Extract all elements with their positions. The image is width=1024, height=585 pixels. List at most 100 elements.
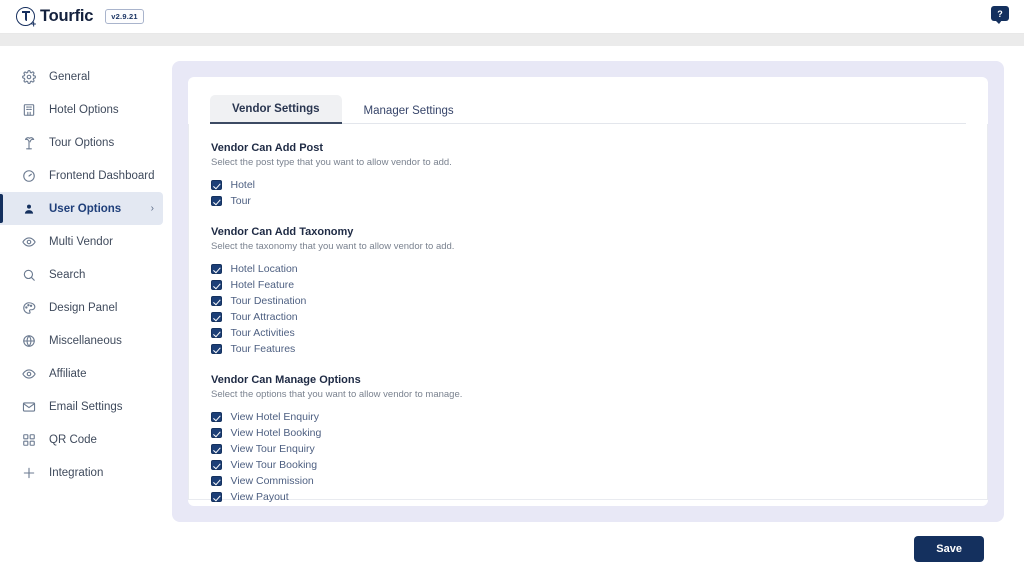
settings-outer-panel: Vendor Settings Manager Settings Vendor … bbox=[172, 61, 1004, 522]
tab-bar: Vendor Settings Manager Settings bbox=[210, 94, 966, 124]
sidebar-item-design-panel[interactable]: Design Panel bbox=[0, 291, 163, 324]
checkbox-checked-icon[interactable] bbox=[211, 444, 222, 455]
envelope-icon bbox=[22, 400, 36, 414]
sidebar-item-label: Hotel Options bbox=[49, 104, 119, 116]
checkbox-row[interactable]: Tour Attraction bbox=[211, 309, 965, 325]
option-group: Vendor Can Manage Options Select the opti… bbox=[211, 374, 965, 505]
checkbox-label: Tour Attraction bbox=[231, 311, 298, 323]
eye-icon bbox=[22, 235, 36, 249]
checkbox-checked-icon[interactable] bbox=[211, 312, 222, 323]
checkbox-label: Tour Destination bbox=[231, 295, 307, 307]
option-group: Vendor Can Add TaxonomySelect the taxono… bbox=[211, 226, 965, 357]
brand-logo[interactable]: + Tourfic v2.9.21 bbox=[16, 7, 144, 26]
checkbox-row[interactable]: Tour Destination bbox=[211, 293, 965, 309]
sidebar-item-label: Multi Vendor bbox=[49, 236, 113, 248]
sidebar-item-user-options[interactable]: User Options› bbox=[0, 192, 163, 225]
sidebar-item-label: User Options bbox=[49, 203, 121, 215]
checkbox-label: Hotel Location bbox=[231, 263, 298, 275]
checkbox-checked-icon[interactable] bbox=[211, 196, 222, 207]
checkbox-row[interactable]: View Tour Booking bbox=[211, 457, 965, 473]
checkbox-label: Hotel Feature bbox=[231, 279, 295, 291]
checkbox-row[interactable]: Hotel bbox=[211, 177, 965, 193]
building-icon bbox=[22, 103, 36, 117]
checkbox-row[interactable]: View Hotel Booking bbox=[211, 425, 965, 441]
checkbox-checked-icon[interactable] bbox=[211, 412, 222, 423]
checkbox-row[interactable]: Tour Features bbox=[211, 341, 965, 357]
speedometer-icon bbox=[22, 169, 36, 183]
help-question-bubble-icon[interactable]: ? bbox=[991, 6, 1009, 21]
page-body: General Hotel Options Tour Options Frontend… bbox=[0, 46, 1024, 585]
plus-icon bbox=[22, 466, 36, 480]
sidebar-item-label: Miscellaneous bbox=[49, 335, 122, 347]
sidebar-item-affiliate[interactable]: Affiliate bbox=[0, 357, 163, 390]
tourfic-circle-logo-icon: + bbox=[16, 7, 35, 26]
version-badge: v2.9.21 bbox=[105, 9, 143, 24]
globe-icon bbox=[22, 334, 36, 348]
sidebar-item-integration[interactable]: Integration bbox=[0, 456, 163, 489]
sidebar-item-label: Tour Options bbox=[49, 137, 114, 149]
sidebar-item-general[interactable]: General bbox=[0, 60, 163, 93]
checkbox-row[interactable]: Hotel Location bbox=[211, 261, 965, 277]
checkbox-row[interactable]: Tour Activities bbox=[211, 325, 965, 341]
sidebar-item-email-settings[interactable]: Email Settings bbox=[0, 390, 163, 423]
checkbox-checked-icon[interactable] bbox=[211, 264, 222, 275]
save-button[interactable]: Save bbox=[914, 536, 984, 562]
group-title: Vendor Can Manage Options bbox=[211, 374, 965, 386]
sidebar-item-tour-options[interactable]: Tour Options bbox=[0, 126, 163, 159]
checkbox-checked-icon[interactable] bbox=[211, 492, 222, 503]
checkbox-checked-icon[interactable] bbox=[211, 280, 222, 291]
sidebar-item-label: Frontend Dashboard bbox=[49, 170, 154, 182]
group-description: Select the post type that you want to al… bbox=[211, 157, 965, 168]
checkbox-label: View Hotel Booking bbox=[231, 427, 322, 439]
sidebar-item-label: Affiliate bbox=[49, 368, 87, 380]
checkbox-checked-icon[interactable] bbox=[211, 180, 222, 191]
checkbox-checked-icon[interactable] bbox=[211, 428, 222, 439]
checkbox-label: Tour Activities bbox=[231, 327, 295, 339]
sidebar-item-label: Email Settings bbox=[49, 401, 123, 413]
sidebar-item-label: Search bbox=[49, 269, 85, 281]
sidebar-item-qr-code[interactable]: QR Code bbox=[0, 423, 163, 456]
tab-vendor-settings[interactable]: Vendor Settings bbox=[210, 95, 342, 124]
vendor-settings-panel: Vendor Can Add Post Select the post type … bbox=[188, 124, 988, 500]
group-description: Select the options that you want to allo… bbox=[211, 389, 965, 400]
sidebar-item-search[interactable]: Search bbox=[0, 258, 163, 291]
checkbox-row[interactable]: View Payout bbox=[211, 489, 965, 505]
group-title: Vendor Can Add Post bbox=[211, 142, 965, 154]
checkbox-row[interactable]: Hotel Feature bbox=[211, 277, 965, 293]
checkbox-label: View Tour Enquiry bbox=[231, 443, 315, 455]
sidebar-item-multi-vendor[interactable]: Multi Vendor bbox=[0, 225, 163, 258]
checkbox-label: View Payout bbox=[231, 491, 289, 503]
content-area: Vendor Settings Manager Settings Vendor … bbox=[163, 46, 1024, 585]
sidebar-item-miscellaneous[interactable]: Miscellaneous bbox=[0, 324, 163, 357]
sidebar-item-frontend-dashboard[interactable]: Frontend Dashboard bbox=[0, 159, 163, 192]
gear-icon bbox=[22, 70, 36, 84]
checkbox-row[interactable]: View Commission bbox=[211, 473, 965, 489]
checkbox-label: Hotel bbox=[231, 179, 256, 191]
checkbox-row[interactable]: View Hotel Enquiry bbox=[211, 409, 965, 425]
checkbox-label: Tour bbox=[231, 195, 251, 207]
footer-actions: Save bbox=[172, 522, 1004, 562]
palm-tree-icon bbox=[22, 136, 36, 150]
palette-icon bbox=[22, 301, 36, 315]
tab-manager-settings[interactable]: Manager Settings bbox=[342, 97, 476, 124]
sidebar-item-hotel-options[interactable]: Hotel Options bbox=[0, 93, 163, 126]
checkbox-checked-icon[interactable] bbox=[211, 460, 222, 471]
group-description: Select the taxonomy that you want to all… bbox=[211, 241, 965, 252]
checkbox-checked-icon[interactable] bbox=[211, 296, 222, 307]
grey-band bbox=[0, 34, 1024, 46]
checkbox-checked-icon[interactable] bbox=[211, 328, 222, 339]
checkbox-row[interactable]: Tour bbox=[211, 193, 965, 209]
checkbox-label: View Commission bbox=[231, 475, 314, 487]
sidebar: General Hotel Options Tour Options Frontend… bbox=[0, 46, 163, 585]
sidebar-item-label: QR Code bbox=[49, 434, 97, 446]
sidebar-item-label: General bbox=[49, 71, 90, 83]
checkbox-checked-icon[interactable] bbox=[211, 344, 222, 355]
checkbox-label: Tour Features bbox=[231, 343, 296, 355]
eye-icon bbox=[22, 367, 36, 381]
checkbox-checked-icon[interactable] bbox=[211, 476, 222, 487]
checkbox-label: View Tour Booking bbox=[231, 459, 318, 471]
qr-grid-icon bbox=[22, 433, 36, 447]
settings-card: Vendor Settings Manager Settings Vendor … bbox=[188, 77, 988, 506]
checkbox-row[interactable]: View Tour Enquiry bbox=[211, 441, 965, 457]
logo-plus-icon: + bbox=[31, 20, 36, 29]
